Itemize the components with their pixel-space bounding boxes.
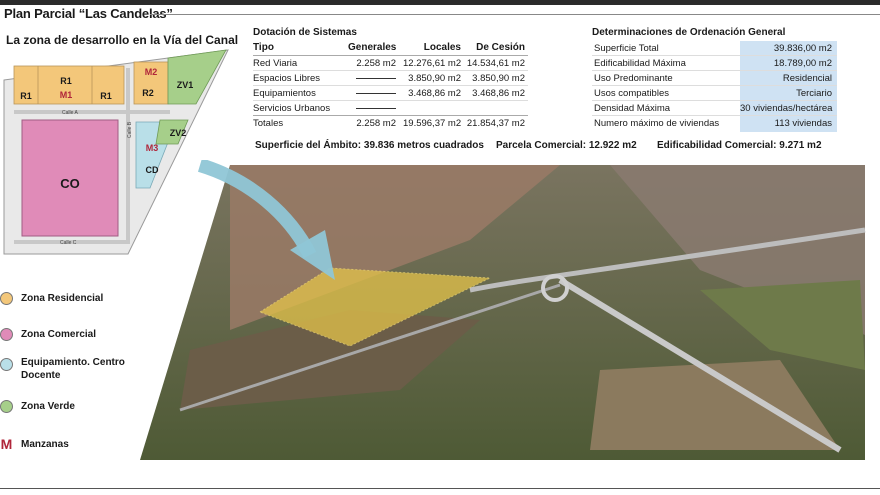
table-row: Uso Predominante Residencial bbox=[594, 73, 832, 84]
stat-edificabilidad: Edificabilidad Comercial: 9.271 m2 bbox=[657, 140, 822, 151]
legend-item-manzanas: M Manzanas bbox=[0, 436, 69, 452]
dotacion-header-row: Tipo Generales Locales De Cesión bbox=[253, 42, 525, 53]
empty-dash bbox=[356, 86, 396, 101]
street-calle-a: Calle A bbox=[62, 110, 79, 116]
label-zv2: ZV2 bbox=[170, 128, 187, 138]
bottom-divider bbox=[0, 488, 880, 489]
label-r1-right: R1 bbox=[100, 91, 112, 101]
label-m3: M3 bbox=[146, 143, 159, 153]
manzana-letter-icon: M bbox=[0, 436, 13, 452]
table-row: Numero máximo de viviendas 113 viviendas bbox=[594, 118, 832, 129]
table-row: Densidad Máxima 30 viviendas/hectárea bbox=[594, 103, 833, 114]
label-r2: R2 bbox=[142, 88, 154, 98]
table-row: Red Viaria 2.258 m2 12.276,61 m2 14.534,… bbox=[253, 58, 525, 69]
street-calle-b: Calle B bbox=[127, 121, 133, 138]
street-calle-c: Calle C bbox=[60, 240, 77, 246]
legend-item-comercial: Zona Comercial bbox=[0, 328, 96, 341]
label-co: CO bbox=[60, 176, 80, 191]
title-divider bbox=[150, 14, 880, 15]
empty-dash bbox=[356, 101, 396, 116]
legend-item-verde: Zona Verde bbox=[0, 400, 75, 413]
page-title: Plan Parcial “Las Candelas” bbox=[4, 6, 173, 21]
legend-item-equipamiento: Equipamiento. Centro Docente bbox=[0, 356, 141, 382]
commercial-swatch-icon bbox=[0, 328, 13, 341]
legend-item-residencial: Zona Residencial bbox=[0, 292, 103, 305]
stat-superficie: Superficie del Ámbito: 39.836 metros cua… bbox=[255, 140, 484, 151]
label-r1-left: R1 bbox=[20, 91, 32, 101]
label-r1-center: R1 bbox=[60, 76, 72, 86]
determinaciones-table: Determinaciones de Ordenación General Su… bbox=[592, 27, 837, 137]
label-m1: M1 bbox=[60, 90, 73, 100]
dotacion-title: Dotación de Sistemas bbox=[253, 27, 357, 38]
empty-dash bbox=[356, 71, 396, 86]
zone-green-zv1 bbox=[167, 49, 227, 105]
table-row: Totales 2.258 m2 19.596,37 m2 21.854,37 … bbox=[253, 118, 525, 129]
green-swatch-icon bbox=[0, 400, 13, 413]
table-row: Equipamientos 3.468,86 m2 3.468,86 m2 bbox=[253, 86, 525, 101]
aerial-photo bbox=[140, 160, 866, 460]
table-row: Superficie Total 39.836,00 m2 bbox=[594, 43, 832, 54]
residential-swatch-icon bbox=[0, 292, 13, 305]
table-row: Espacios Libres 3.850,90 m2 3.850,90 m2 bbox=[253, 71, 525, 86]
table-row: Usos compatibles Terciario bbox=[594, 88, 832, 99]
label-m2: M2 bbox=[145, 67, 158, 77]
equipment-swatch-icon bbox=[0, 358, 13, 371]
label-zv1: ZV1 bbox=[177, 80, 194, 90]
top-bar bbox=[0, 0, 880, 5]
page-subtitle: La zona de desarrollo en la Vía del Cana… bbox=[6, 33, 239, 47]
dotacion-table: Dotación de Sistemas Tipo Generales Loca… bbox=[253, 27, 528, 137]
determinaciones-title: Determinaciones de Ordenación General bbox=[592, 27, 786, 38]
table-row: Servicios Urbanos bbox=[253, 101, 528, 116]
table-row: Edificabilidad Máxima 18.789,00 m2 bbox=[594, 58, 832, 69]
stat-parcela: Parcela Comercial: 12.922 m2 bbox=[496, 140, 637, 151]
